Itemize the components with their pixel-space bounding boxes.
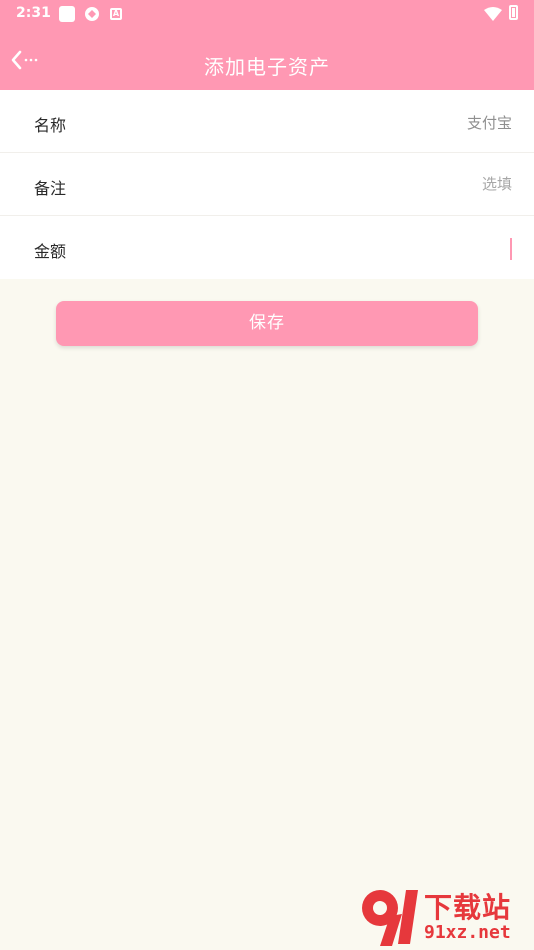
sync-icon	[84, 6, 100, 22]
watermark-title: 下载站	[424, 891, 512, 924]
note-label: 备注	[34, 179, 67, 198]
watermark: 下载站 91xz.net	[358, 886, 530, 950]
save-button[interactable]: 保存	[56, 301, 478, 346]
status-time: 2:31	[16, 5, 51, 21]
status-bar: 2:31 A	[0, 0, 534, 28]
header: 添加电子资产	[0, 28, 534, 90]
name-row[interactable]: 名称 支付宝	[0, 90, 534, 153]
page-title: 添加电子资产	[204, 55, 330, 79]
note-row[interactable]: 备注	[0, 153, 534, 216]
name-field[interactable]: 支付宝	[312, 112, 512, 133]
amount-row[interactable]: 金额	[0, 216, 534, 279]
text-cursor	[510, 238, 512, 260]
battery-icon	[509, 5, 518, 20]
watermark-logo-icon	[362, 890, 418, 946]
amount-label: 金额	[34, 242, 67, 261]
notification-square-icon	[59, 6, 75, 22]
note-field[interactable]	[312, 175, 512, 193]
watermark-url: 91xz.net	[424, 922, 511, 943]
a-icon: A	[110, 8, 122, 20]
top-bar: 2:31 A 添加电子资产	[0, 0, 534, 90]
name-label: 名称	[34, 116, 67, 135]
asset-form: 名称 支付宝 备注 金额	[0, 90, 534, 279]
screen: 2:31 A 添加电子资产 名称 支付宝 备注 选填 金额 保存 下载站 91x…	[0, 0, 534, 950]
wifi-icon	[484, 6, 502, 21]
